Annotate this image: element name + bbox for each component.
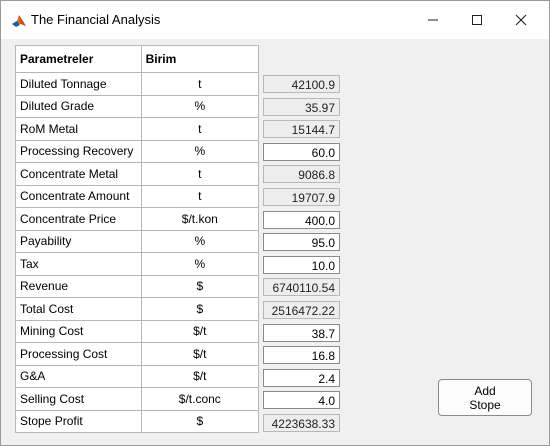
- table-row: G&A $/t: [15, 364, 260, 388]
- financial-analysis-window: The Financial Analysis Parametreler Biri…: [0, 0, 550, 446]
- value-input[interactable]: 4.0: [263, 391, 340, 410]
- value-input[interactable]: 2.4: [263, 368, 340, 387]
- param-name-cell: Processing Recovery: [15, 139, 142, 163]
- parameters-table: Parametreler Birim Diluted Tonnage t Dilut…: [15, 45, 260, 433]
- table-row: Mining Cost $/t: [15, 319, 260, 343]
- param-unit-cell: t: [140, 117, 260, 141]
- param-name-cell: Tax: [15, 252, 142, 276]
- table-row: Stope Profit $: [15, 409, 260, 433]
- title-bar[interactable]: The Financial Analysis: [1, 1, 549, 39]
- value-readonly-field: 2516472.22: [263, 301, 340, 319]
- header-birim: Birim: [140, 45, 260, 73]
- value-readonly-field: 35.97: [263, 97, 340, 116]
- param-name-cell: Processing Cost: [15, 342, 142, 366]
- table-row: Diluted Grade%: [15, 94, 260, 118]
- matlab-icon: [12, 15, 26, 27]
- value-readonly-field: 42100.9: [263, 75, 340, 93]
- table-row: Concentrate Price $/t.kon: [15, 207, 260, 231]
- table-row: Selling Cost $/t.conc: [15, 387, 260, 411]
- table-row: Revenue $: [15, 274, 260, 298]
- window-title: The Financial Analysis: [31, 12, 161, 27]
- param-name-cell: G&A: [15, 364, 142, 388]
- value-readonly-field: 15144.7: [263, 120, 340, 139]
- table-row: Diluted Tonnage t: [15, 72, 260, 96]
- param-unit-cell: %: [140, 229, 260, 253]
- table-row: Concentrate Metal t: [15, 162, 260, 186]
- param-unit-cell: $/t.kon: [140, 207, 260, 231]
- param-name-cell: Stope Profit: [15, 409, 142, 433]
- param-unit-cell: $: [140, 409, 260, 433]
- param-name-cell: Mining Cost: [15, 319, 142, 343]
- param-name-cell: Payability: [15, 229, 142, 253]
- param-unit-cell: $/t.conc: [140, 387, 260, 411]
- table-row: Tax%: [15, 252, 260, 276]
- table-row: RoM Metal t: [15, 117, 260, 141]
- param-unit-cell: $: [140, 274, 260, 298]
- param-unit-cell: $: [140, 297, 260, 321]
- param-unit-cell: %: [140, 139, 260, 163]
- value-readonly-field: 4223638.33: [263, 414, 340, 432]
- add-stope-button[interactable]: Add Stope: [438, 379, 532, 416]
- maximize-button[interactable]: [455, 7, 499, 33]
- minimize-button[interactable]: [411, 7, 455, 33]
- table-header-row: Parametreler Birim: [15, 45, 260, 73]
- close-icon: [515, 14, 527, 26]
- table-row: Processing Cost $/t: [15, 342, 260, 366]
- close-button[interactable]: [499, 7, 543, 33]
- value-input[interactable]: 95.0: [263, 233, 340, 252]
- value-readonly-field: 6740110.54: [263, 278, 340, 297]
- value-input[interactable]: 38.7: [263, 323, 340, 342]
- param-name-cell: Diluted Tonnage: [15, 72, 142, 96]
- param-name-cell: Concentrate Metal: [15, 162, 142, 186]
- value-input[interactable]: 60.0: [263, 142, 340, 161]
- value-input[interactable]: 10.0: [263, 255, 340, 274]
- param-unit-cell: t: [140, 72, 260, 96]
- minimize-icon: [428, 19, 438, 21]
- param-name-cell: Diluted Grade: [15, 94, 142, 118]
- table-row: Processing Recovery%: [15, 139, 260, 163]
- value-input[interactable]: 400.0: [263, 210, 340, 229]
- maximize-icon: [472, 15, 482, 25]
- value-input[interactable]: 16.8: [263, 346, 340, 365]
- param-name-cell: Concentrate Price: [15, 207, 142, 231]
- param-unit-cell: %: [140, 252, 260, 276]
- value-readonly-field: 9086.8: [263, 165, 340, 184]
- param-name-cell: Revenue: [15, 274, 142, 298]
- param-unit-cell: $/t: [140, 319, 260, 343]
- param-unit-cell: t: [140, 184, 260, 208]
- param-unit-cell: $/t: [140, 342, 260, 366]
- table-row: Concentrate Amount t: [15, 184, 260, 208]
- table-row: Payability%: [15, 229, 260, 253]
- param-unit-cell: t: [140, 162, 260, 186]
- param-name-cell: Concentrate Amount: [15, 184, 142, 208]
- header-parametreler: Parametreler: [15, 45, 142, 73]
- value-readonly-field: 19707.9: [263, 188, 340, 206]
- table-row: Total Cost $: [15, 297, 260, 321]
- param-unit-cell: $/t: [140, 364, 260, 388]
- param-name-cell: RoM Metal: [15, 117, 142, 141]
- param-unit-cell: %: [140, 94, 260, 118]
- param-name-cell: Selling Cost: [15, 387, 142, 411]
- param-name-cell: Total Cost: [15, 297, 142, 321]
